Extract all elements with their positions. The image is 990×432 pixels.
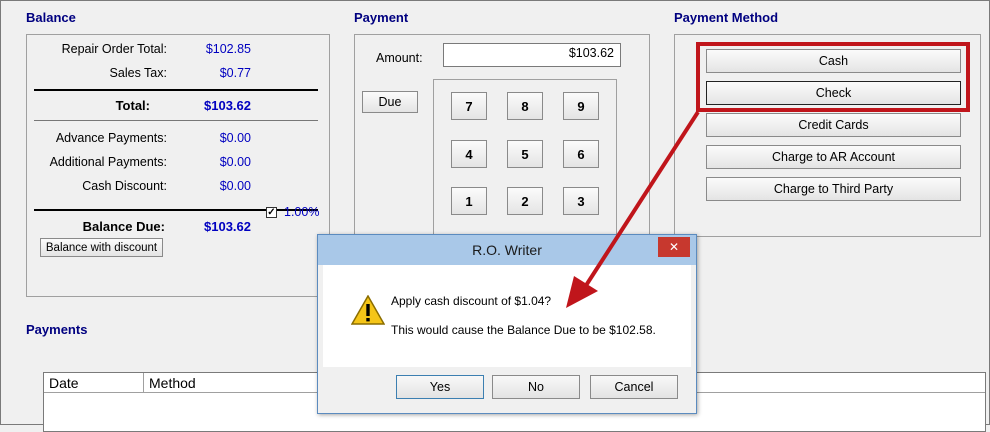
annotation-arrow: [566, 110, 700, 308]
